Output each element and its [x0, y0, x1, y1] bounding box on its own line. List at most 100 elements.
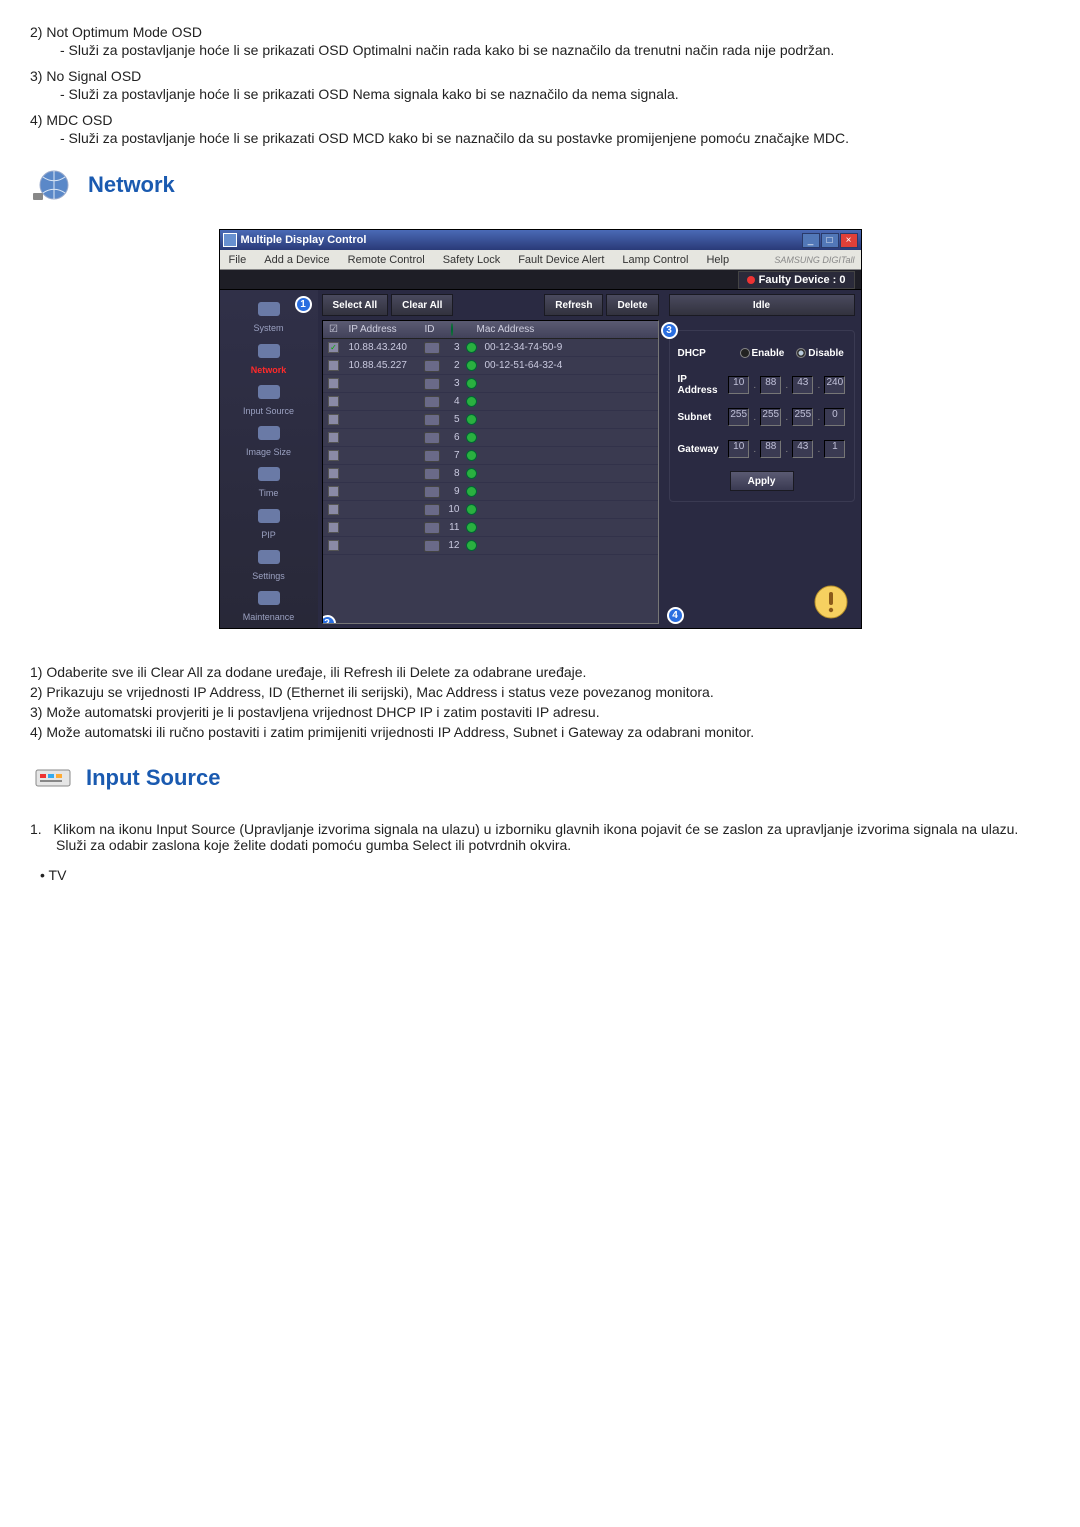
gw-oct-2[interactable]: 88	[760, 440, 781, 458]
menu-fault-device-alert[interactable]: Fault Device Alert	[509, 254, 613, 266]
menu-lamp-control[interactable]: Lamp Control	[613, 254, 697, 266]
sidebar-item-pip[interactable]: PIP	[224, 500, 314, 539]
sidebar-item-image-size[interactable]: Image Size	[224, 418, 314, 457]
sn-oct-2[interactable]: 255	[760, 408, 781, 426]
ip-oct-3[interactable]: 43	[792, 376, 813, 394]
sidebar-icon	[252, 421, 286, 445]
row-checkbox[interactable]	[328, 396, 339, 407]
row-id: 12	[443, 540, 463, 551]
device-row[interactable]: ✓10.88.43.240300-12-34-74-50-9	[323, 339, 658, 357]
sidebar-icon	[252, 462, 286, 486]
maximize-button[interactable]: □	[821, 233, 839, 248]
row-checkbox[interactable]	[328, 360, 339, 371]
faulty-text: Faulty Device : 0	[759, 274, 846, 286]
row-id: 5	[443, 414, 463, 425]
network-notes-list: 1) Odaberite sve ili Clear All za dodane…	[30, 664, 1050, 740]
row-checkbox[interactable]	[328, 486, 339, 497]
device-row[interactable]: 9	[323, 483, 658, 501]
input-source-icon	[30, 760, 76, 796]
sidebar-item-input-source[interactable]: Input Source	[224, 377, 314, 416]
sidebar-item-settings[interactable]: Settings	[224, 542, 314, 581]
sidebar-item-network[interactable]: Network	[224, 335, 314, 374]
gw-oct-1[interactable]: 10	[728, 440, 749, 458]
item-num: 4)	[30, 112, 42, 128]
ethernet-icon	[421, 468, 443, 480]
menu-remote-control[interactable]: Remote Control	[339, 254, 434, 266]
device-row[interactable]: 5	[323, 411, 658, 429]
row-checkbox[interactable]	[328, 450, 339, 461]
row-id: 4	[443, 396, 463, 407]
sidebar-icon	[252, 586, 286, 610]
note-item: 2) Prikazuju se vrijednosti IP Address, …	[30, 684, 1050, 700]
sidebar-icon	[252, 297, 286, 321]
select-all-button[interactable]: Select All	[322, 294, 389, 316]
row-checkbox[interactable]: ✓	[328, 342, 339, 353]
row-id: 10	[443, 504, 463, 515]
ip-oct-1[interactable]: 10	[728, 376, 749, 394]
note-item: 1) Odaberite sve ili Clear All za dodane…	[30, 664, 1050, 680]
device-row[interactable]: 7	[323, 447, 658, 465]
row-checkbox[interactable]	[328, 540, 339, 551]
device-row[interactable]: 11	[323, 519, 658, 537]
sidebar-item-maintenance[interactable]: Maintenance	[224, 583, 314, 622]
section-title: Input Source	[86, 765, 220, 791]
device-row[interactable]: 10	[323, 501, 658, 519]
ethernet-icon	[421, 486, 443, 498]
delete-button[interactable]: Delete	[606, 294, 658, 316]
sn-oct-1[interactable]: 255	[728, 408, 749, 426]
menu-help[interactable]: Help	[697, 254, 738, 266]
list-header: ☑ IP Address ID Mac Address	[323, 321, 658, 339]
row-id: 11	[443, 522, 463, 533]
status-icon	[463, 450, 481, 461]
device-row[interactable]: 8	[323, 465, 658, 483]
app-icon	[223, 233, 237, 247]
sidebar-label: PIP	[261, 530, 276, 540]
dhcp-disable-radio[interactable]: Disable	[796, 348, 844, 359]
refresh-button[interactable]: Refresh	[544, 294, 603, 316]
doc-item: 2) Not Optimum Mode OSD- Služi za postav…	[30, 24, 1050, 58]
device-row[interactable]: 4	[323, 393, 658, 411]
ip-oct-4[interactable]: 240	[824, 376, 845, 394]
row-checkbox[interactable]	[328, 378, 339, 389]
menu-safety-lock[interactable]: Safety Lock	[434, 254, 509, 266]
row-id: 6	[443, 432, 463, 443]
sidebar-label: Network	[251, 365, 287, 375]
sidebar-label: Settings	[252, 571, 285, 581]
doc-item: 4) MDC OSD- Služi za postavljanje hoće l…	[30, 112, 1050, 146]
sn-oct-3[interactable]: 255	[792, 408, 813, 426]
dhcp-label: DHCP	[678, 348, 736, 359]
menu-add-a-device[interactable]: Add a Device	[255, 254, 338, 266]
idle-button[interactable]: Idle	[669, 294, 855, 316]
device-row[interactable]: 12	[323, 537, 658, 555]
row-checkbox[interactable]	[328, 522, 339, 533]
ethernet-icon	[421, 396, 443, 408]
status-icon	[463, 540, 481, 551]
row-ip: 10.88.45.227	[345, 360, 421, 371]
status-icon	[463, 360, 481, 371]
ethernet-icon	[421, 360, 443, 372]
row-checkbox[interactable]	[328, 504, 339, 515]
sn-oct-4[interactable]: 0	[824, 408, 845, 426]
sidebar-item-time[interactable]: Time	[224, 459, 314, 498]
device-row[interactable]: 10.88.45.227200-12-51-64-32-4	[323, 357, 658, 375]
ip-oct-2[interactable]: 88	[760, 376, 781, 394]
dhcp-enable-radio[interactable]: Enable	[740, 348, 785, 359]
close-button[interactable]: ×	[840, 233, 858, 248]
device-row[interactable]: 6	[323, 429, 658, 447]
device-list: ☑ IP Address ID Mac Address ✓10.88.43.24…	[322, 320, 659, 624]
row-checkbox[interactable]	[328, 414, 339, 425]
row-checkbox[interactable]	[328, 468, 339, 479]
clear-all-button[interactable]: Clear All	[391, 294, 453, 316]
gw-oct-4[interactable]: 1	[824, 440, 845, 458]
status-icon	[463, 396, 481, 407]
sidebar-label: Maintenance	[243, 612, 295, 622]
sidebar-item-system[interactable]: System1	[224, 294, 314, 333]
row-checkbox[interactable]	[328, 432, 339, 443]
device-row[interactable]: 3	[323, 375, 658, 393]
menu-file[interactable]: File	[220, 254, 256, 266]
apply-button[interactable]: Apply	[730, 471, 794, 491]
row-id: 8	[443, 468, 463, 479]
statusbar: Faulty Device : 0	[220, 270, 861, 290]
minimize-button[interactable]: _	[802, 233, 820, 248]
gw-oct-3[interactable]: 43	[792, 440, 813, 458]
